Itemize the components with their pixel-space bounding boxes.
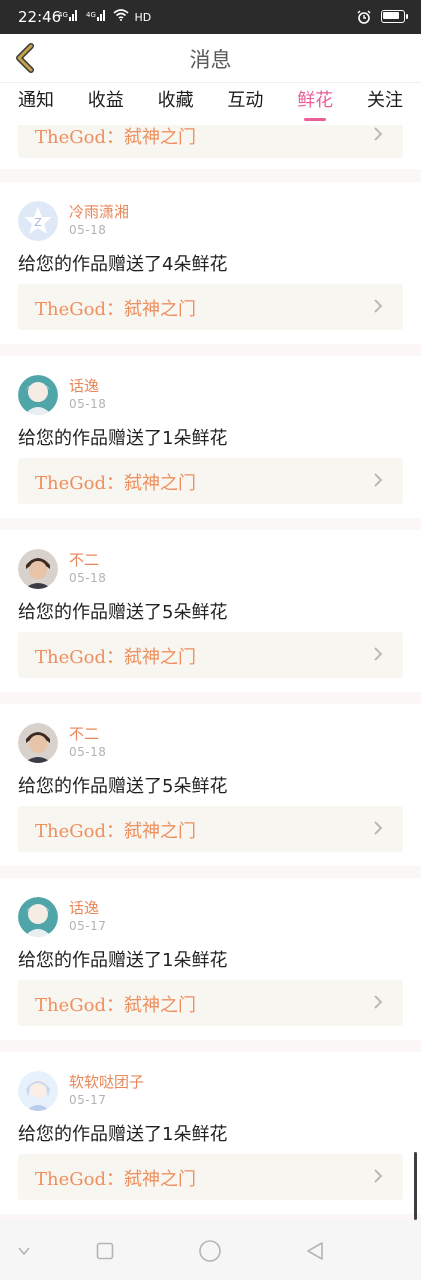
- work-link[interactable]: TheGod：弑神之门: [18, 806, 403, 852]
- circle-icon: [199, 1240, 221, 1262]
- message-text: 给您的作品赠送了1朵鲜花: [18, 950, 228, 971]
- triangle-back-icon: [307, 1242, 323, 1260]
- status-bar: 22:46 4G 4G HD: [0, 0, 421, 34]
- svg-text:4G: 4G: [58, 11, 68, 19]
- message-text: 给您的作品赠送了5朵鲜花: [18, 602, 228, 623]
- username[interactable]: 话逸: [69, 375, 99, 396]
- anime-avatar-icon[interactable]: [18, 375, 58, 415]
- work-title: TheGod：弑神之门: [35, 127, 196, 148]
- photo-avatar-icon[interactable]: [18, 549, 58, 589]
- battery-icon: [381, 10, 408, 23]
- username[interactable]: 不二: [69, 549, 99, 570]
- alarm-icon: [357, 9, 375, 24]
- page-title: 消息: [189, 48, 232, 72]
- chevron-right-icon: [374, 299, 383, 313]
- system-nav-bar: [0, 1220, 421, 1280]
- scrollbar[interactable]: [414, 1152, 417, 1220]
- work-title: TheGod：弑神之门: [35, 821, 196, 842]
- username[interactable]: 话逸: [69, 897, 99, 918]
- back-nav-button[interactable]: [303, 1239, 327, 1263]
- message-text: 给您的作品赠送了1朵鲜花: [18, 1124, 228, 1145]
- work-link[interactable]: TheGod：弑神之门: [18, 284, 403, 330]
- tab-favorites[interactable]: 收藏: [156, 83, 196, 125]
- chevron-right-icon: [374, 647, 383, 661]
- date: 05-18: [69, 571, 107, 585]
- collapse-button[interactable]: [12, 1239, 36, 1263]
- square-icon: [96, 1242, 114, 1260]
- notification-card: 不二 05-18 给您的作品赠送了5朵鲜花 TheGod：弑神之门: [0, 704, 421, 866]
- notification-card: 不二 05-18 给您的作品赠送了5朵鲜花 TheGod：弑神之门: [0, 530, 421, 692]
- work-title: TheGod：弑神之门: [35, 1169, 196, 1190]
- work-link[interactable]: TheGod：弑神之门: [18, 458, 403, 504]
- clock: 22:46: [18, 8, 62, 26]
- work-link[interactable]: TheGod：弑神之门: [18, 632, 403, 678]
- tab-interactions[interactable]: 互动: [225, 83, 265, 125]
- photo-avatar-icon[interactable]: [18, 723, 58, 763]
- work-title: TheGod：弑神之门: [35, 299, 196, 320]
- notification-card: TheGod：弑神之门: [0, 125, 421, 169]
- chevron-down-icon: [18, 1247, 30, 1256]
- chevron-right-icon: [374, 127, 383, 141]
- home-button[interactable]: [198, 1239, 222, 1263]
- recents-button[interactable]: [93, 1239, 117, 1263]
- signal-indicators: 4G 4G HD: [58, 9, 151, 24]
- username[interactable]: 软软哒团子: [69, 1071, 144, 1092]
- tab-flowers[interactable]: 鲜花: [295, 83, 335, 125]
- anime-avatar-icon[interactable]: [18, 897, 58, 937]
- notification-card: 软软哒团子 05-17 给您的作品赠送了1朵鲜花 TheGod：弑神之门: [0, 1052, 421, 1214]
- work-title: TheGod：弑神之门: [35, 995, 196, 1016]
- work-link[interactable]: TheGod：弑神之门: [18, 980, 403, 1026]
- message-text: 给您的作品赠送了1朵鲜花: [18, 428, 228, 449]
- wifi-icon: [113, 9, 133, 24]
- date: 05-18: [69, 397, 107, 411]
- tab-follows[interactable]: 关注: [365, 83, 405, 125]
- work-link[interactable]: TheGod：弑神之门: [18, 125, 403, 158]
- tab-earnings[interactable]: 收益: [86, 83, 126, 125]
- chevron-right-icon: [374, 473, 383, 487]
- notification-card: 话逸 05-17 给您的作品赠送了1朵鲜花 TheGod：弑神之门: [0, 878, 421, 1040]
- header: 消息: [0, 34, 421, 83]
- default-avatar-icon[interactable]: Z: [18, 201, 58, 241]
- work-link[interactable]: TheGod：弑神之门: [18, 1154, 403, 1200]
- date: 05-18: [69, 223, 107, 237]
- date: 05-17: [69, 1093, 107, 1107]
- chevron-right-icon: [374, 995, 383, 1009]
- work-title: TheGod：弑神之门: [35, 473, 196, 494]
- svg-text:4G: 4G: [86, 11, 96, 19]
- date: 05-18: [69, 745, 107, 759]
- signal-icon: 4G: [58, 9, 78, 24]
- message-text: 给您的作品赠送了4朵鲜花: [18, 254, 228, 275]
- date: 05-17: [69, 919, 107, 933]
- status-right: [357, 9, 408, 24]
- work-title: TheGod：弑神之门: [35, 647, 196, 668]
- username[interactable]: 不二: [69, 723, 99, 744]
- anime-girl-avatar-icon[interactable]: [18, 1071, 58, 1111]
- signal-icon: 4G: [86, 9, 106, 24]
- chevron-right-icon: [374, 821, 383, 835]
- chevron-right-icon: [374, 1169, 383, 1183]
- notification-list[interactable]: TheGod：弑神之门 Z 冷雨潇湘 05-18 给您的作品赠送了4朵鲜花 Th…: [0, 125, 421, 1220]
- network-label: HD: [134, 11, 152, 24]
- message-text: 给您的作品赠送了5朵鲜花: [18, 776, 228, 797]
- notification-card: Z 冷雨潇湘 05-18 给您的作品赠送了4朵鲜花 TheGod：弑神之门: [0, 182, 421, 344]
- tab-bar: 通知 收益 收藏 互动 鲜花 关注: [0, 83, 421, 125]
- svg-text:Z: Z: [34, 216, 42, 229]
- username[interactable]: 冷雨潇湘: [69, 201, 129, 222]
- tab-notifications[interactable]: 通知: [16, 83, 56, 125]
- notification-card: 话逸 05-18 给您的作品赠送了1朵鲜花 TheGod：弑神之门: [0, 356, 421, 518]
